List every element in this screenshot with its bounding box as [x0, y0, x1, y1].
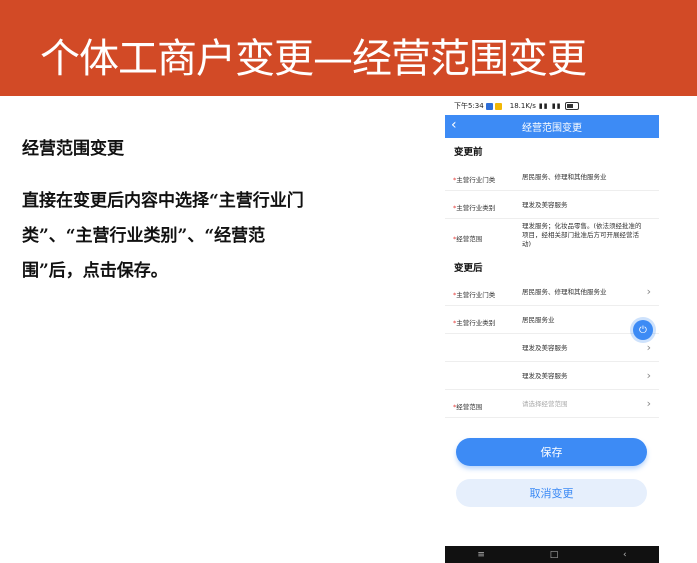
field-label: 主营行业类别: [456, 204, 496, 212]
slide-title: 个体工商户变更—经营范围变更: [40, 36, 587, 82]
section-after-title: 变更后: [454, 263, 483, 274]
field-value: 居民服务、修理和其他服务业: [522, 288, 607, 296]
chevron-right-icon[interactable]: ›: [647, 285, 651, 298]
app-bar: ‹ 经营范围变更: [445, 115, 659, 138]
save-button[interactable]: 保存: [456, 438, 647, 466]
before-row-industry-type: *主营行业类别 理发及美容服务: [445, 191, 659, 219]
field-label: 经营范围: [456, 403, 483, 411]
business-scope-input[interactable]: 请选择经营范围: [522, 400, 648, 409]
phone-screenshot: 下午5:34 18.1K/s ▮▮ ▮▮ ‹ 经营范围变更 变更前 *主营行业门…: [445, 97, 659, 563]
before-row-industry-category: *主营行业门类 居民服务、修理和其他服务业: [445, 163, 659, 191]
back-arrow-icon[interactable]: ‹: [451, 117, 457, 133]
power-icon[interactable]: ⏻: [633, 320, 653, 340]
field-label: 主营行业类别: [456, 319, 496, 327]
menu-icon[interactable]: ≡: [477, 550, 485, 560]
section-before-title: 变更前: [454, 147, 483, 158]
app-notification-icon: [494, 102, 502, 110]
signal-icon: ▮▮ ▮▮: [538, 102, 562, 110]
field-value: 居民服务、修理和其他服务业: [522, 173, 607, 181]
chevron-right-icon[interactable]: ›: [647, 369, 651, 382]
slide-banner: 个体工商户变更—经营范围变更: [0, 0, 697, 96]
field-value: 理发服务；化妆品零售。(依法须经批准的项目，经相关部门批准后方可开展经营活动): [522, 222, 642, 248]
chevron-right-icon[interactable]: ›: [647, 341, 651, 354]
battery-icon: [564, 102, 579, 110]
instruction-body: 直接在变更后内容中选择“主营行业门类”、“主营行业类别”、“经营范围”后，点击保…: [22, 191, 304, 281]
chevron-right-icon[interactable]: ›: [647, 397, 651, 410]
status-time: 下午5:34: [454, 102, 484, 110]
back-icon[interactable]: ‹: [623, 550, 627, 560]
field-value: 居民服务业: [522, 316, 555, 324]
field-value: 理发及美容服务: [522, 372, 568, 380]
status-bar: 下午5:34 18.1K/s ▮▮ ▮▮: [445, 97, 659, 115]
cancel-change-button[interactable]: 取消变更: [456, 479, 647, 507]
after-row-industry-category[interactable]: *主营行业门类 居民服务、修理和其他服务业 ›: [445, 278, 659, 306]
field-label: 经营范围: [456, 235, 483, 243]
after-row-industry-type-option[interactable]: 理发及美容服务 ›: [445, 362, 659, 390]
after-row-industry-type[interactable]: *主营行业类别 居民服务业: [445, 306, 659, 334]
network-speed: 18.1K/s: [509, 102, 536, 110]
screen-title: 经营范围变更: [522, 123, 582, 134]
home-icon[interactable]: □: [550, 550, 559, 560]
after-row-industry-type-option[interactable]: 理发及美容服务 ›: [445, 334, 659, 362]
system-nav-bar: ≡ □ ‹: [445, 546, 659, 563]
field-label: 主营行业门类: [456, 291, 496, 299]
app-notification-icon: [485, 102, 493, 110]
after-row-business-scope[interactable]: *经营范围 请选择经营范围 ›: [445, 390, 659, 418]
before-row-business-scope: *经营范围 理发服务；化妆品零售。(依法须经批准的项目，经相关部门批准后方可开展…: [445, 219, 659, 255]
field-value: 理发及美容服务: [522, 344, 568, 352]
field-label: 主营行业门类: [456, 176, 496, 184]
instruction-heading: 经营范围变更: [22, 139, 124, 159]
field-value: 理发及美容服务: [522, 201, 568, 209]
